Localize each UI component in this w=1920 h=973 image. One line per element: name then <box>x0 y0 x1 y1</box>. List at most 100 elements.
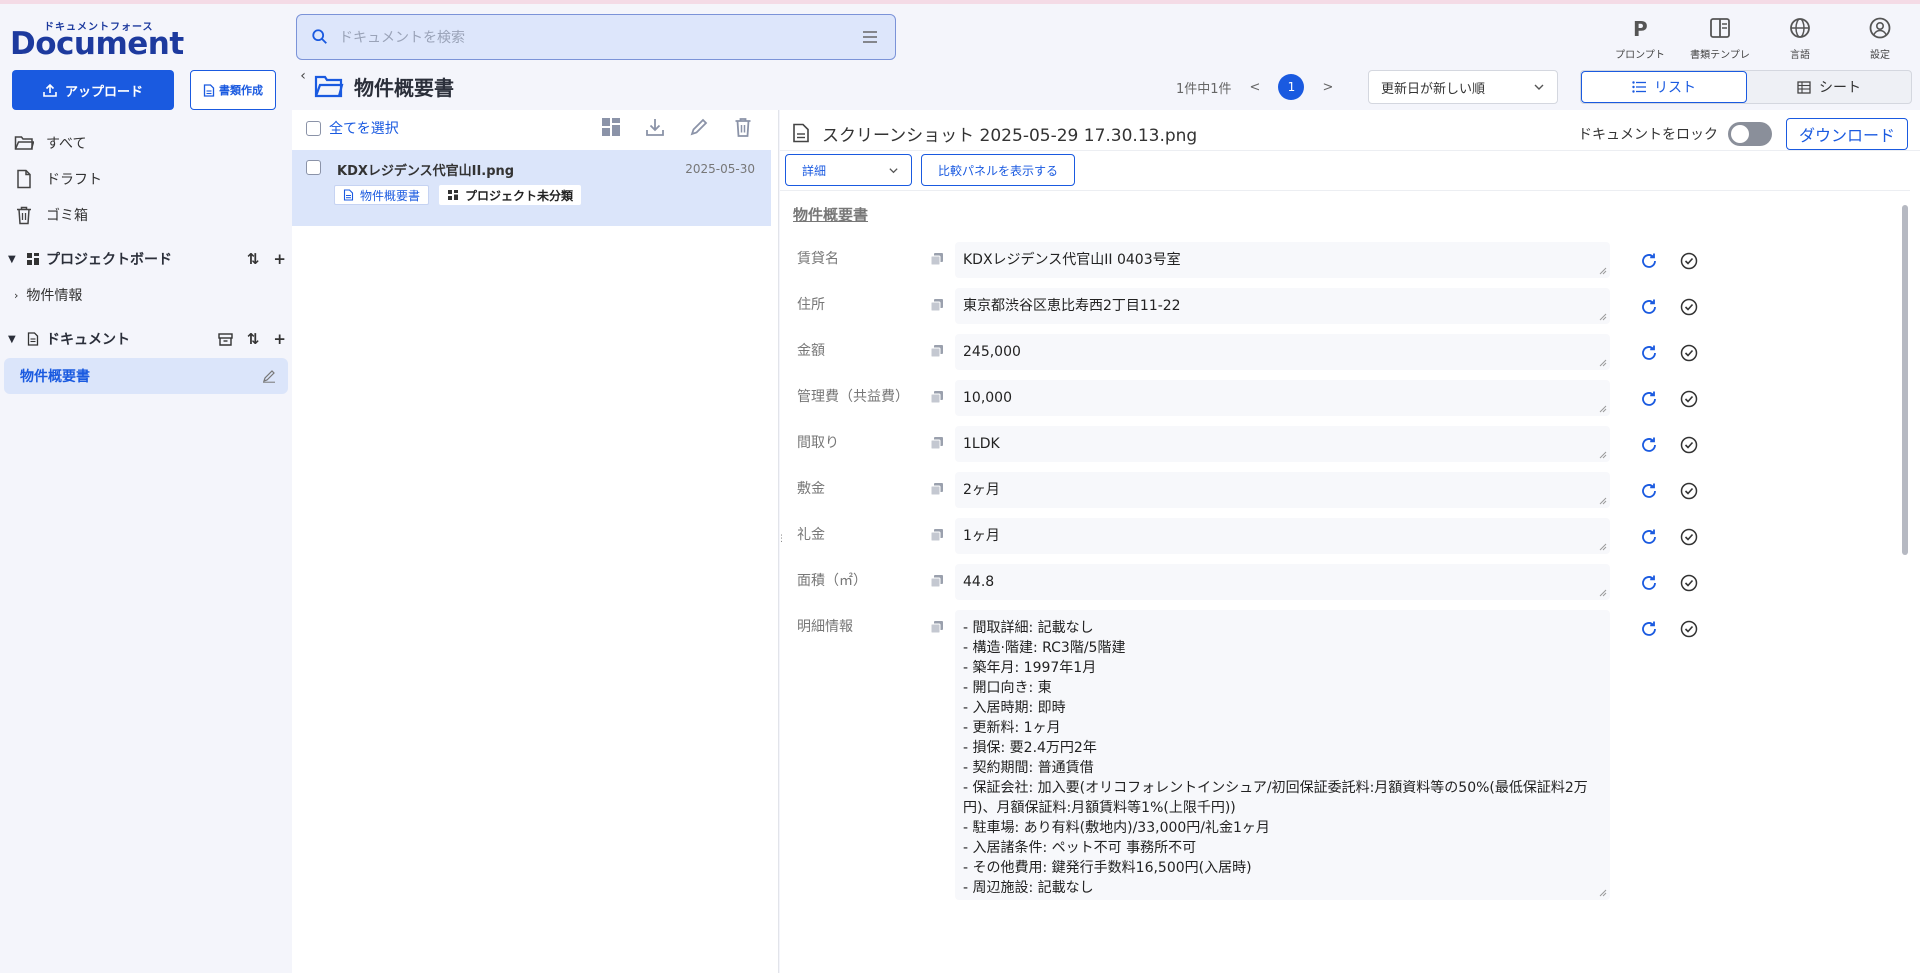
documents-section[interactable]: ▼ ドキュメント ⇅ + <box>8 326 286 352</box>
copy-icon[interactable] <box>930 344 944 358</box>
check-circle-icon[interactable] <box>1679 573 1699 593</box>
refresh-icon[interactable] <box>1639 573 1659 593</box>
prev-page-button[interactable]: < <box>1250 80 1261 95</box>
field-value-input[interactable]: 10,000 <box>955 380 1610 416</box>
field-value-input[interactable]: 44.8 <box>955 564 1610 600</box>
download-icon[interactable] <box>644 116 666 138</box>
add-icon[interactable]: + <box>273 250 286 268</box>
field-label: 管理費（共益費） <box>797 389 909 405</box>
collapse-sidebar-icon[interactable]: ‹ <box>294 66 312 86</box>
language-button[interactable]: 言語 <box>1760 4 1840 68</box>
field-value-input[interactable]: 2ヶ月 <box>955 472 1610 508</box>
check-circle-icon[interactable] <box>1679 481 1699 501</box>
item-checkbox[interactable] <box>306 160 321 175</box>
prompt-button[interactable]: P プロンプト <box>1600 4 1680 68</box>
chevron-down-icon[interactable]: ▼ <box>8 254 20 265</box>
create-document-button[interactable]: 書類作成 <box>190 70 276 110</box>
project-item-property-info[interactable]: › 物件情報 <box>14 284 82 306</box>
view-sheet-button[interactable]: シート <box>1747 71 1911 103</box>
resize-handle-icon[interactable] <box>1599 267 1607 275</box>
compare-panel-button[interactable]: 比較パネルを表示する <box>921 154 1075 186</box>
copy-icon[interactable] <box>930 390 944 404</box>
resize-handle-icon[interactable] <box>1599 543 1607 551</box>
select-all[interactable]: 全てを選択 <box>306 118 399 138</box>
sidebar: アップロード 書類作成 すべて ドラフト ゴミ箱 ▼ プロジェクトボード ⇅ +… <box>0 64 292 973</box>
resize-handle-icon[interactable] <box>1599 313 1607 321</box>
item-type-tag[interactable]: 物件概要書 <box>334 185 430 205</box>
copy-icon[interactable] <box>930 298 944 312</box>
project-board-section[interactable]: ▼ プロジェクトボード ⇅ + <box>8 246 286 272</box>
refresh-icon[interactable] <box>1639 343 1659 363</box>
field-value-input[interactable]: 東京都渋谷区恵比寿西2丁目11-22 <box>955 288 1610 324</box>
resize-handle-icon[interactable] <box>1599 451 1607 459</box>
resize-handle-icon[interactable] <box>1599 589 1607 597</box>
refresh-icon[interactable] <box>1639 527 1659 547</box>
check-circle-icon[interactable] <box>1679 389 1699 409</box>
field-value-input[interactable]: - 間取詳細: 記載なし - 構造·階建: RC3階/5階建 - 築年月: 19… <box>955 610 1610 900</box>
pencil-icon[interactable] <box>688 116 710 138</box>
resize-handle-icon[interactable] <box>1599 497 1607 505</box>
check-circle-icon[interactable] <box>1679 297 1699 317</box>
nav-draft[interactable]: ドラフト <box>14 166 102 192</box>
refresh-icon[interactable] <box>1639 619 1659 639</box>
nav-trash-label: ゴミ箱 <box>46 208 88 224</box>
nav-all[interactable]: すべて <box>14 130 86 156</box>
refresh-icon[interactable] <box>1639 435 1659 455</box>
template-button[interactable]: 書類テンプレ <box>1680 4 1760 68</box>
field-value: KDXレジデンス代官山II 0403号室 <box>963 252 1181 268</box>
field-value-input[interactable]: 1LDK <box>955 426 1610 462</box>
sort-icon[interactable]: ⇅ <box>247 250 260 268</box>
settings-button[interactable]: 設定 <box>1840 4 1920 68</box>
select-all-checkbox[interactable] <box>306 120 321 136</box>
resize-handle-icon[interactable] <box>1599 359 1607 367</box>
chevron-down-icon[interactable]: ▼ <box>8 334 20 345</box>
copy-icon[interactable] <box>930 482 944 496</box>
field-value-input[interactable]: KDXレジデンス代官山II 0403号室 <box>955 242 1610 278</box>
check-circle-icon[interactable] <box>1679 527 1699 547</box>
panel-resize-handle[interactable]: ⋮ <box>777 534 786 546</box>
detail-mode-select[interactable]: 詳細 <box>785 154 912 186</box>
sidebar-item-property-summary[interactable]: 物件概要書 <box>4 358 288 394</box>
copy-icon[interactable] <box>930 620 944 634</box>
resize-handle-icon[interactable] <box>1599 405 1607 413</box>
check-circle-icon[interactable] <box>1679 619 1699 639</box>
pencil-icon[interactable] <box>262 369 276 383</box>
check-circle-icon[interactable] <box>1679 343 1699 363</box>
copy-icon[interactable] <box>930 574 944 588</box>
grid-icon[interactable] <box>600 116 622 138</box>
check-circle-icon[interactable] <box>1679 251 1699 271</box>
trash-icon <box>17 206 31 225</box>
refresh-icon[interactable] <box>1639 389 1659 409</box>
upload-button[interactable]: アップロード <box>12 70 174 110</box>
sort-icon[interactable]: ⇅ <box>247 330 260 348</box>
view-list-button[interactable]: リスト <box>1581 71 1747 103</box>
field-value-input[interactable]: 1ヶ月 <box>955 518 1610 554</box>
refresh-icon[interactable] <box>1639 481 1659 501</box>
search-input[interactable] <box>339 25 839 51</box>
archive-icon[interactable] <box>218 332 233 347</box>
resize-handle-icon[interactable] <box>1599 889 1607 897</box>
sort-select[interactable]: 更新日が新しい順 <box>1368 70 1558 104</box>
refresh-icon[interactable] <box>1639 297 1659 317</box>
search-box[interactable] <box>296 14 896 60</box>
filter-lines-icon[interactable] <box>863 31 877 43</box>
check-circle-icon[interactable] <box>1679 435 1699 455</box>
field-value-input[interactable]: 245,000 <box>955 334 1610 370</box>
nav-trash[interactable]: ゴミ箱 <box>14 202 88 228</box>
next-page-button[interactable]: > <box>1322 80 1333 95</box>
lock-label: ドキュメントをロック <box>1578 127 1718 143</box>
copy-icon[interactable] <box>930 436 944 450</box>
refresh-icon[interactable] <box>1639 251 1659 271</box>
lock-switch[interactable] <box>1728 122 1772 146</box>
app-logo[interactable]: ドキュメントフォース Document Force <box>10 18 270 98</box>
detail-scrollbar[interactable] <box>1902 205 1908 555</box>
copy-icon[interactable] <box>930 252 944 266</box>
project-board-actions: ⇅ + <box>247 250 286 268</box>
add-icon[interactable]: + <box>273 330 286 348</box>
trash-icon[interactable] <box>732 116 754 138</box>
list-item[interactable]: KDXレジデンス代官山II.png 2025-05-30 物件概要書 プロジェク… <box>292 150 771 226</box>
item-project-tag[interactable]: プロジェクト未分類 <box>439 185 582 205</box>
page-number-button[interactable]: 1 <box>1278 74 1305 100</box>
copy-icon[interactable] <box>930 528 944 542</box>
download-button[interactable]: ダウンロード <box>1786 118 1908 150</box>
